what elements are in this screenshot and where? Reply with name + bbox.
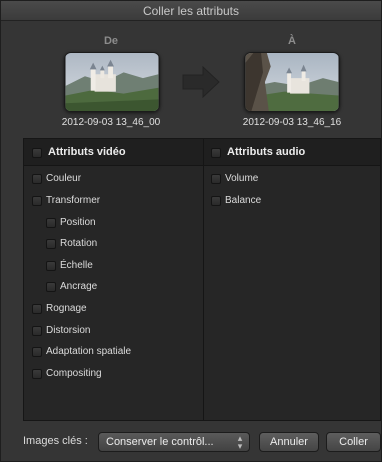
destination-label: À	[288, 35, 296, 47]
window-title: Coller les attributs	[1, 1, 381, 21]
checkbox-couleur[interactable]	[32, 174, 42, 184]
source-label: De	[103, 35, 119, 47]
checkbox-balance[interactable]	[211, 196, 221, 206]
label-ancrage: Ancrage	[60, 281, 98, 292]
checkbox-transformer[interactable]	[32, 196, 42, 206]
source-thumbnail	[64, 52, 160, 112]
attributes-panel: Attributs vidéo Attributs audio Couleur …	[23, 138, 381, 421]
label-volume: Volume	[225, 173, 259, 184]
destination-date: 2012-09-03 13_46_16	[242, 117, 342, 128]
audio-attributes-checkbox[interactable]	[211, 148, 221, 158]
source-date: 2012-09-03 13_46_00	[61, 117, 161, 128]
up-down-chevron-icon: ▴ ▾	[237, 433, 243, 451]
keyframes-label: Images clés :	[23, 435, 88, 447]
checkbox-position[interactable]	[46, 218, 56, 228]
column-divider	[203, 139, 204, 420]
label-couleur: Couleur	[46, 173, 82, 184]
label-rognage: Rognage	[46, 303, 87, 314]
checkbox-distorsion[interactable]	[32, 326, 42, 336]
label-adaptation-spatiale: Adaptation spatiale	[46, 346, 132, 357]
keyframes-popup[interactable]: Conserver le contrôl... ▴ ▾	[98, 432, 250, 452]
label-compositing: Compositing	[46, 368, 102, 379]
checkbox-compositing[interactable]	[32, 369, 42, 379]
castle-landscape-thumbnail-icon	[245, 53, 339, 111]
label-position: Position	[60, 217, 96, 228]
checkbox-rognage[interactable]	[32, 304, 42, 314]
checkbox-rotation[interactable]	[46, 239, 56, 249]
destination-thumbnail	[244, 52, 340, 112]
video-attributes-label: Attributs vidéo	[48, 146, 126, 158]
video-attributes-header: Attributs vidéo	[24, 139, 203, 166]
keyframes-value: Conserver le contrôl...	[106, 436, 214, 448]
label-transformer: Transformer	[46, 195, 101, 206]
video-attributes-checkbox[interactable]	[32, 148, 42, 158]
paste-attributes-window: Coller les attributs De 2012-09-03 13_46…	[0, 0, 382, 462]
label-balance: Balance	[225, 195, 262, 206]
label-echelle: Échelle	[60, 260, 93, 271]
label-rotation: Rotation	[60, 238, 98, 249]
checkbox-volume[interactable]	[211, 174, 221, 184]
checkbox-adaptation-spatiale[interactable]	[32, 347, 42, 357]
audio-attributes-header: Attributs audio	[204, 139, 380, 166]
checkbox-ancrage[interactable]	[46, 282, 56, 292]
castle-landscape-thumbnail-icon	[65, 53, 159, 111]
label-distorsion: Distorsion	[46, 325, 91, 336]
right-arrow-icon	[182, 65, 220, 99]
cancel-button[interactable]: Annuler	[259, 432, 319, 452]
audio-attributes-label: Attributs audio	[227, 146, 306, 158]
checkbox-echelle[interactable]	[46, 261, 56, 271]
paste-button[interactable]: Coller	[326, 432, 381, 452]
